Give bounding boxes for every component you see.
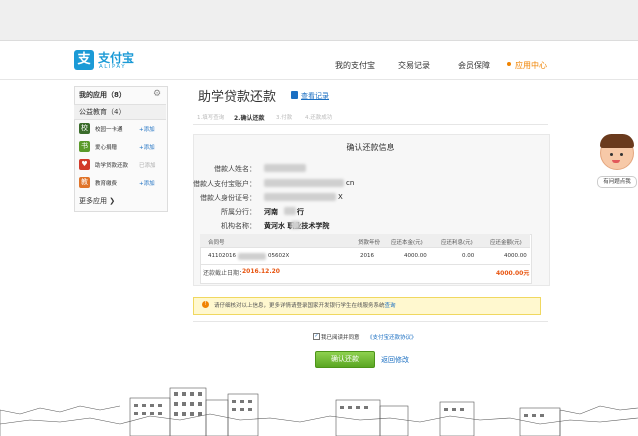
- redacted-name: [264, 164, 306, 172]
- add-app-button[interactable]: +添加: [139, 179, 155, 187]
- nav-member-protection[interactable]: 会员保障: [458, 60, 490, 71]
- label-borrower-name: 借款人姓名：: [214, 165, 256, 173]
- card-icon: 校: [79, 123, 90, 134]
- mascot-eye: [620, 153, 623, 156]
- nav-my-alipay[interactable]: 我的支付宝: [335, 60, 375, 71]
- label-alipay-account: 借款人支付宝账户：: [193, 180, 256, 188]
- th-contract: 合同号: [208, 240, 225, 246]
- td-principal: 4000.00: [404, 253, 427, 259]
- th-amount: 应还金额(元): [490, 240, 522, 246]
- td-amount: 4000.00: [504, 253, 527, 259]
- value-id-suffix: X: [338, 193, 343, 201]
- divider: [193, 321, 548, 322]
- active-dot-icon: [507, 62, 511, 66]
- nav-transactions[interactable]: 交易记录: [398, 60, 430, 71]
- mascot-eye: [610, 153, 613, 156]
- back-modify-link[interactable]: 返回修改: [381, 355, 409, 365]
- app-name: 助学贷款还款: [95, 163, 129, 169]
- step-4: 4.还款成功: [305, 115, 333, 121]
- total-amount: 4000.00元: [496, 270, 530, 277]
- td-interest: 0.00: [462, 253, 475, 259]
- redacted-branch: [284, 207, 296, 215]
- view-records-link[interactable]: 查看记录: [301, 91, 329, 101]
- value-account-suffix: cn: [346, 179, 355, 187]
- book-icon: 书: [79, 141, 90, 152]
- alipay-logo-icon[interactable]: 支: [74, 50, 94, 70]
- td-contract-prefix: 41102016: [208, 253, 236, 259]
- deadline-label: 还款截止日期：: [203, 270, 246, 277]
- app-name: 爱心捐赠: [95, 145, 118, 151]
- add-app-button[interactable]: +添加: [139, 125, 155, 133]
- redacted-account: [264, 179, 344, 187]
- redacted-contract: [238, 253, 266, 260]
- label-id-number: 借款人身份证号：: [200, 194, 256, 202]
- more-apps-link[interactable]: 更多应用 ❯: [79, 196, 115, 206]
- notice-text: 请仔细核对以上信息，更多详情请登录国家开发银行学生在线服务系统查询: [214, 301, 396, 309]
- agree-checkbox[interactable]: ✓: [313, 333, 320, 340]
- confirm-repayment-button[interactable]: 确认还款: [315, 351, 375, 368]
- deadline-value: 2016.12.20: [242, 268, 280, 275]
- mascot-hair: [600, 134, 634, 148]
- sidebar-title: 我的应用（8）: [79, 91, 126, 99]
- heart-icon: ♥: [79, 159, 90, 170]
- agreement-link[interactable]: 《支付宝还款协议》: [367, 333, 417, 341]
- step-2-active: 2.确认还款: [234, 115, 265, 122]
- notice-query-link[interactable]: 查询: [385, 303, 396, 309]
- steps-divider: [193, 124, 548, 125]
- help-button[interactable]: 有问题点我: [597, 176, 637, 188]
- gear-icon[interactable]: ⚙: [153, 89, 161, 99]
- td-year: 2016: [360, 253, 374, 259]
- value-branch: 河南: [264, 208, 278, 216]
- sidebar-app-donation[interactable]: 书 爱心捐赠 +添加: [79, 141, 163, 153]
- step-1: 1.填写查询: [197, 115, 225, 121]
- browser-top-strip: [0, 0, 638, 40]
- agree-text: 我已阅读并同意: [321, 335, 360, 341]
- td-contract-suffix: 05602X: [268, 253, 290, 259]
- add-app-button[interactable]: +添加: [139, 143, 155, 151]
- warning-icon: !: [202, 301, 209, 308]
- panel-title: 确认还款信息: [346, 143, 395, 152]
- campus-skyline-illustration: [0, 380, 638, 436]
- education-icon: 教: [79, 177, 90, 188]
- th-principal: 应还本金(元): [391, 240, 423, 246]
- sidebar-section-label[interactable]: 公益教育（4）: [79, 107, 125, 117]
- notice-message: 请仔细核对以上信息，更多详情请登录国家开发银行学生在线服务系统: [214, 303, 385, 309]
- step-3: 3.付款: [276, 115, 293, 121]
- table-separator: [200, 264, 530, 265]
- added-status: 已添加: [139, 163, 156, 169]
- app-name: 教育缴费: [95, 181, 118, 187]
- page-title: 助学贷款还款: [198, 90, 277, 105]
- value-branch-suffix: 行: [297, 208, 304, 216]
- record-icon: [291, 91, 298, 99]
- app-name: 校园一卡通: [95, 127, 123, 133]
- redacted-id: [264, 193, 336, 201]
- redacted-institution: [291, 221, 300, 229]
- nav-app-center[interactable]: 应用中心: [515, 60, 547, 71]
- sidebar-app-education-fee[interactable]: 教 教育缴费 +添加: [79, 177, 163, 189]
- sidebar-app-campus-card[interactable]: 校 校园一卡通 +添加: [79, 123, 163, 135]
- brand-sub: ALIPAY: [99, 64, 127, 70]
- label-branch: 所属分行：: [221, 208, 256, 216]
- th-interest: 应还利息(元): [441, 240, 473, 246]
- label-institution: 机构名称：: [221, 222, 256, 230]
- sidebar-app-student-loan[interactable]: ♥ 助学贷款还款 已添加: [79, 159, 163, 171]
- th-year: 贷款年份: [358, 240, 381, 246]
